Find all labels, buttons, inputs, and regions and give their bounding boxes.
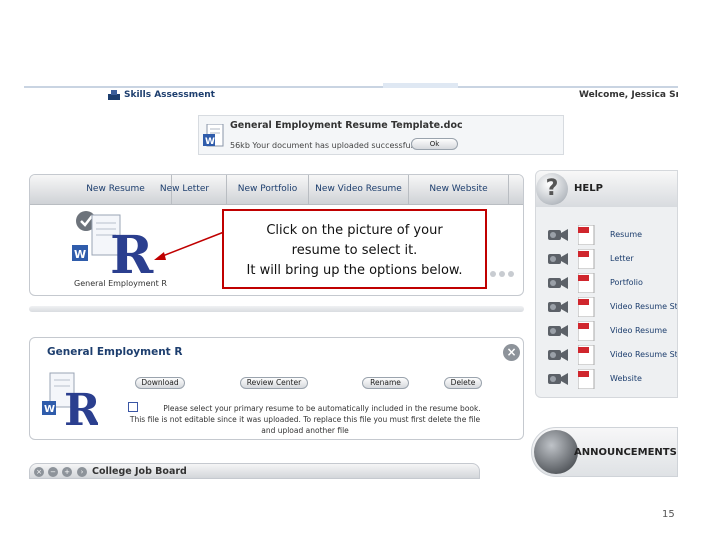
- video-camera-icon: [548, 253, 568, 265]
- top-rule: [24, 86, 678, 88]
- callout-line-3: It will bring up the options below.: [246, 263, 463, 278]
- create-tab-bar: New Resume New Letter New Portfolio New …: [30, 175, 523, 205]
- close-icon[interactable]: ×: [34, 467, 44, 477]
- options-title: General Employment R: [47, 346, 183, 358]
- carousel-dot[interactable]: [499, 271, 505, 277]
- help-item-label: Portfolio: [610, 278, 643, 287]
- callout-line-1: Click on the picture of your: [266, 223, 443, 238]
- help-item-portfolio[interactable]: Portfolio: [548, 272, 677, 294]
- job-board-title: College Job Board: [92, 466, 187, 477]
- carousel-dot[interactable]: [508, 271, 514, 277]
- video-camera-icon: [548, 301, 568, 313]
- active-nav-tab-strip[interactable]: [383, 83, 458, 88]
- pdf-icon: [578, 369, 595, 389]
- svg-text:R: R: [64, 385, 98, 429]
- tab-new-portfolio[interactable]: New Portfolio: [227, 175, 309, 205]
- help-panel: ? HELP Resume Letter Portfolio Video Res…: [535, 170, 678, 398]
- chevron-right-icon[interactable]: ›: [77, 467, 87, 477]
- pdf-icon: [578, 345, 595, 365]
- announcements-title: ANNOUNCEMENTS: [574, 447, 677, 458]
- delete-button[interactable]: Delete: [444, 377, 482, 389]
- help-header: ? HELP: [536, 171, 677, 207]
- resume-caption: General Employment R: [74, 279, 167, 288]
- svg-text:W: W: [44, 404, 55, 415]
- resume-options-panel: General Employment R × W R Download Revi…: [29, 337, 524, 440]
- options-description: Please select your primary resume to be …: [110, 403, 500, 436]
- close-icon[interactable]: ×: [503, 344, 520, 361]
- not-editable-note-cont: and upload another file: [261, 426, 349, 435]
- help-title: HELP: [574, 183, 603, 194]
- help-item-video-resume-st[interactable]: Video Resume St: [548, 296, 678, 318]
- review-center-button[interactable]: Review Center: [240, 377, 308, 389]
- video-camera-icon: [548, 277, 568, 289]
- pdf-icon: [578, 273, 595, 293]
- minus-icon[interactable]: −: [48, 467, 58, 477]
- help-item-video-resume[interactable]: Video Resume: [548, 320, 677, 342]
- pdf-icon: [578, 297, 595, 317]
- carousel-dot[interactable]: [490, 271, 496, 277]
- video-camera-icon: [548, 229, 568, 241]
- pdf-icon: [578, 321, 595, 341]
- video-camera-icon: [548, 325, 568, 337]
- speaker-icon: [534, 430, 578, 474]
- ok-button[interactable]: Ok: [411, 138, 458, 150]
- help-item-video-resume-st-2[interactable]: Video Resume St: [548, 344, 678, 366]
- tab-new-video-resume[interactable]: New Video Resume: [309, 175, 409, 205]
- welcome-label: Welcome, Jessica Sn: [579, 90, 678, 100]
- callout-line-2: resume to select it.: [291, 243, 418, 258]
- college-job-board-bar[interactable]: × − + › College Job Board: [29, 463, 480, 479]
- callout-arrow: [154, 231, 225, 260]
- carousel-dots[interactable]: [490, 271, 514, 277]
- pdf-icon: [578, 225, 595, 245]
- tab-new-website[interactable]: New Website: [409, 175, 509, 205]
- uploaded-filename: General Employment Resume Template.doc: [230, 120, 463, 131]
- primary-resume-label: Please select your primary resume to be …: [163, 404, 481, 413]
- question-mark-icon: ?: [536, 173, 568, 205]
- skills-assessment-link[interactable]: Skills Assessment: [108, 90, 215, 100]
- instruction-callout: Click on the picture of your resume to s…: [222, 209, 487, 289]
- page-number: 15: [662, 509, 675, 520]
- not-editable-note: This file is not editable since it was u…: [129, 415, 481, 424]
- svg-text:W: W: [205, 137, 215, 147]
- skills-assessment-icon: [108, 90, 120, 100]
- help-item-label: Video Resume: [610, 326, 668, 335]
- tab-new-letter[interactable]: New Letter: [143, 175, 227, 205]
- video-camera-icon: [548, 373, 568, 385]
- upload-notification: W General Employment Resume Template.doc…: [198, 115, 564, 155]
- welcome-user: Welcome, Jessica Sn: [575, 90, 678, 100]
- help-item-label: Resume: [610, 230, 643, 239]
- skills-assessment-label: Skills Assessment: [124, 90, 215, 100]
- video-camera-icon: [548, 349, 568, 361]
- maximize-icon[interactable]: +: [62, 467, 72, 477]
- rename-button[interactable]: Rename: [362, 377, 409, 389]
- help-item-letter[interactable]: Letter: [548, 248, 677, 270]
- help-item-label: Video Resume St: [610, 350, 678, 359]
- help-item-resume[interactable]: Resume: [548, 224, 677, 246]
- help-item-label: Website: [610, 374, 642, 383]
- resume-thumbnail[interactable]: W R: [70, 209, 162, 279]
- selected-resume-thumbnail: W R: [42, 372, 98, 429]
- pdf-icon: [578, 249, 595, 269]
- announcements-panel[interactable]: ANNOUNCEMENTS: [531, 427, 678, 477]
- panel-divider: [29, 306, 524, 312]
- help-item-website[interactable]: Website: [548, 368, 677, 390]
- word-document-icon: W: [203, 124, 224, 147]
- help-item-label: Video Resume St: [610, 302, 678, 311]
- help-item-label: Letter: [610, 254, 634, 263]
- svg-text:R: R: [110, 225, 154, 279]
- download-button[interactable]: Download: [135, 377, 185, 389]
- upload-status-message: 56kb Your document has uploaded successf…: [230, 141, 420, 150]
- svg-text:W: W: [74, 248, 86, 261]
